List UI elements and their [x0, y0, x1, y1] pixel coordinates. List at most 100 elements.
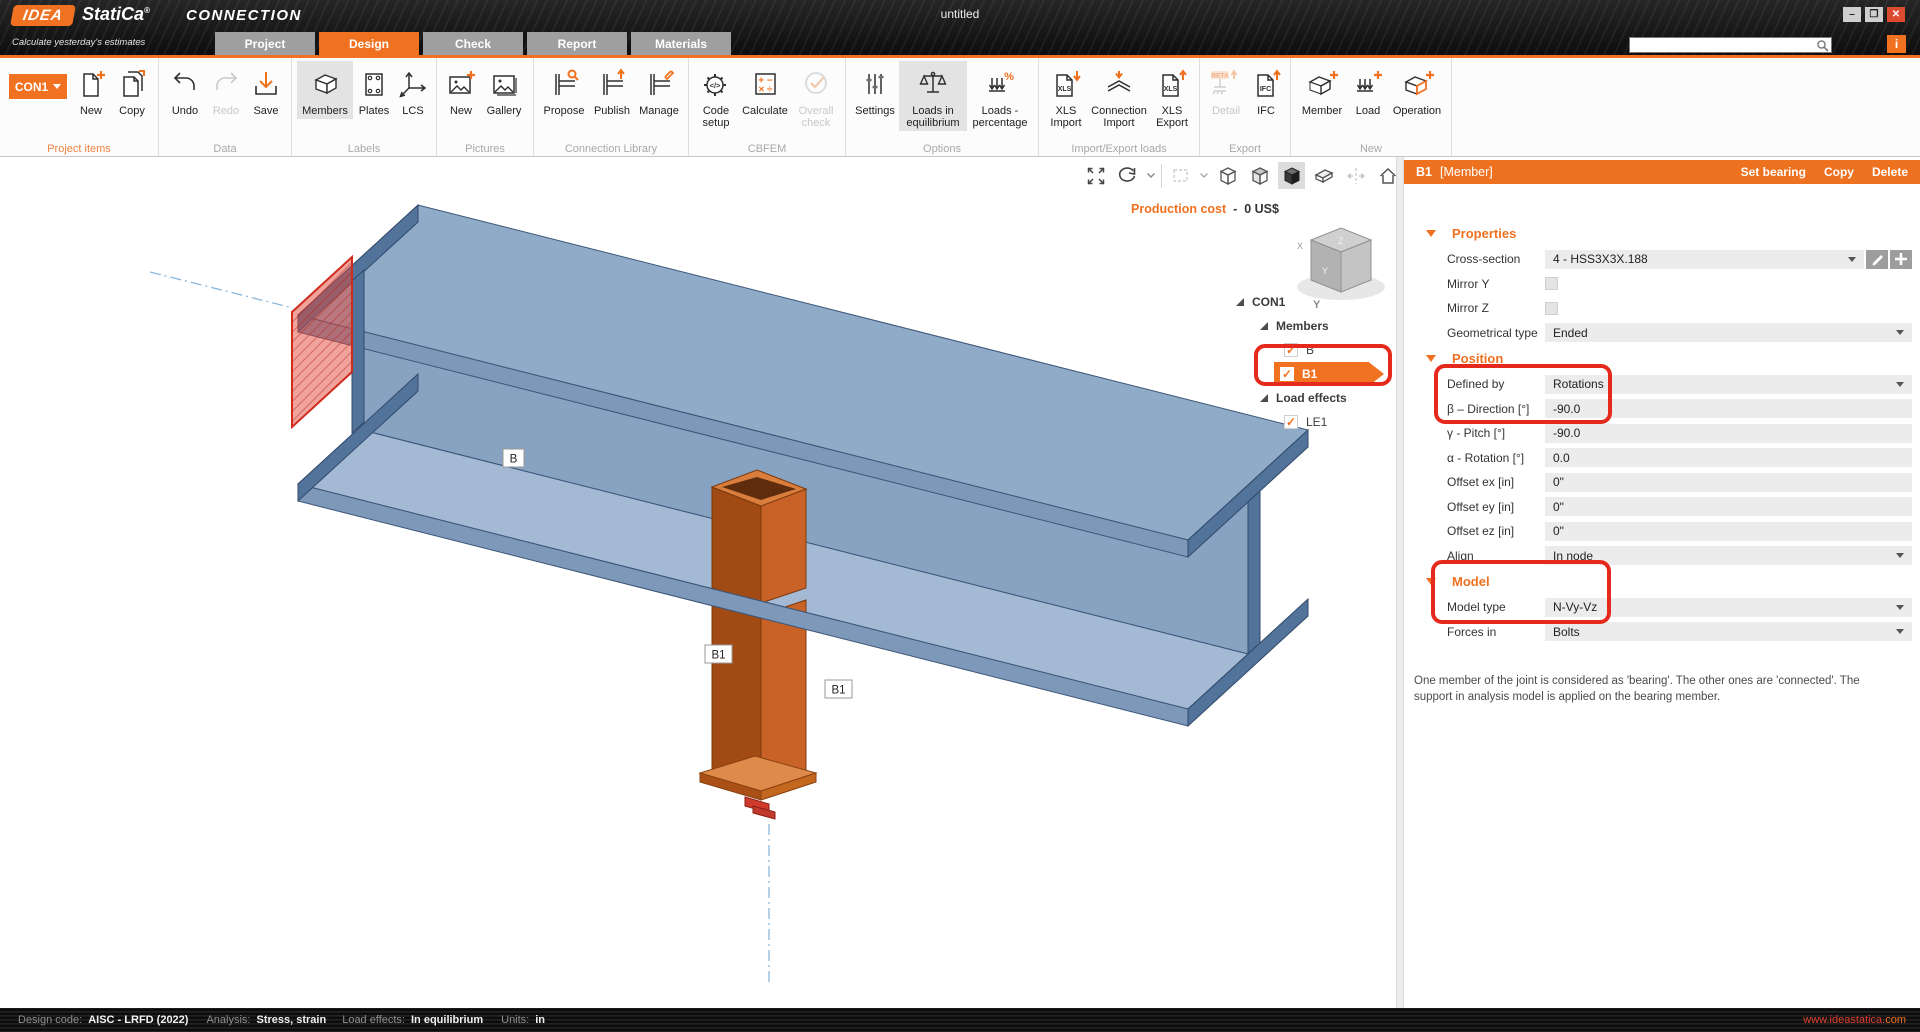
property-label: Geometrical type — [1447, 326, 1545, 340]
detail-export-button[interactable]: BETA Detail — [1205, 61, 1247, 119]
xls-import-button[interactable]: XLS XLS Import — [1044, 61, 1088, 131]
solid-view-button[interactable] — [1278, 162, 1305, 189]
cross-section-dropdown[interactable]: 4 - HSS3X3X.188 — [1545, 250, 1864, 269]
tab-check[interactable]: Check — [423, 32, 523, 55]
tab-design[interactable]: Design — [319, 32, 419, 55]
search-input[interactable] — [1630, 39, 1816, 51]
new-operation-button[interactable]: Operation — [1388, 61, 1446, 119]
mirror-y-checkbox[interactable] — [1545, 277, 1558, 290]
mirror-z-checkbox[interactable] — [1545, 302, 1558, 315]
close-button[interactable]: ✕ — [1887, 7, 1905, 22]
section-position[interactable]: Position — [1404, 345, 1920, 372]
overall-check-button[interactable]: Overall check — [792, 61, 840, 131]
propose-button[interactable]: Propose — [539, 61, 589, 119]
field-value: 0.0 — [1553, 451, 1570, 465]
settings-button[interactable]: Settings — [851, 61, 899, 119]
checkbox-checked[interactable] — [1280, 367, 1294, 381]
offset-ez-field[interactable]: 0" — [1545, 522, 1912, 541]
connection-import-button[interactable]: Connection Import — [1088, 61, 1150, 131]
shaded-edges-view-button[interactable] — [1246, 162, 1273, 189]
new-member-button[interactable]: Member — [1296, 61, 1348, 119]
section-model[interactable]: Model — [1404, 568, 1920, 595]
maximize-button[interactable]: ❐ — [1865, 7, 1883, 22]
defined-by-dropdown[interactable]: Rotations — [1545, 375, 1912, 394]
calculate-button[interactable]: + − × ÷ Calculate — [738, 61, 792, 119]
section-collapse-icon[interactable] — [1426, 578, 1436, 585]
3d-scene[interactable]: B B1 B1 X Y Z Y — [0, 157, 1396, 1008]
lcs-labels-button[interactable]: LCS — [395, 61, 431, 119]
forces-in-dropdown[interactable]: Bolts — [1545, 622, 1912, 641]
gallery-button[interactable]: Gallery — [480, 61, 528, 119]
gamma-pitch-field[interactable]: -90.0 — [1545, 424, 1912, 443]
chevron-down-icon — [53, 84, 61, 89]
save-button[interactable]: Save — [246, 61, 286, 119]
tree-item-le1[interactable]: LE1 — [1236, 410, 1384, 434]
copy-project-button[interactable]: Copy — [111, 61, 153, 119]
beta-direction-field[interactable]: -90.0 — [1545, 399, 1912, 418]
con1-dropdown[interactable]: CON1 — [9, 74, 67, 99]
new-project-button[interactable]: New — [71, 61, 111, 119]
info-badge[interactable]: i — [1887, 35, 1906, 53]
code-setup-button[interactable]: </> Code setup — [694, 61, 738, 131]
manage-button[interactable]: Manage — [635, 61, 683, 119]
selected-item-banner[interactable]: B1 — [1274, 362, 1384, 386]
edit-cross-section-button[interactable] — [1866, 250, 1888, 269]
copy-member-button[interactable]: Copy — [1824, 165, 1854, 179]
ifc-export-button[interactable]: IFC IFC — [1247, 61, 1285, 119]
axis-line-left — [150, 272, 293, 308]
wireframe-view-button[interactable] — [1214, 162, 1241, 189]
alpha-rotation-field[interactable]: 0.0 — [1545, 448, 1912, 467]
loads-percentage-button[interactable]: % Loads - percentage — [967, 61, 1033, 131]
expand-triangle-icon[interactable] — [1260, 322, 1268, 330]
panel-divider[interactable] — [1396, 157, 1404, 1008]
undo-button[interactable]: Undo — [164, 61, 206, 119]
add-cross-section-button[interactable] — [1890, 250, 1912, 269]
orbit-button[interactable] — [1114, 162, 1141, 189]
orbit-dropdown-chevron[interactable] — [1146, 172, 1156, 179]
expand-triangle-icon[interactable] — [1236, 298, 1244, 306]
tab-materials[interactable]: Materials — [631, 32, 731, 55]
tree-node-con1[interactable]: CON1 — [1236, 290, 1384, 314]
set-bearing-button[interactable]: Set bearing — [1741, 165, 1806, 179]
loads-in-equilibrium-button[interactable]: Loads in equilibrium — [899, 61, 967, 131]
align-dropdown[interactable]: In node — [1545, 546, 1912, 565]
minimize-button[interactable]: – — [1843, 7, 1861, 22]
tree-node-load-effects[interactable]: Load effects — [1236, 386, 1384, 410]
plates-labels-button[interactable]: Plates — [353, 61, 395, 119]
xls-export-button[interactable]: XLS XLS Export — [1150, 61, 1194, 131]
section-properties[interactable]: Properties — [1404, 220, 1920, 247]
section-box-button[interactable] — [1167, 162, 1194, 189]
redo-button[interactable]: Redo — [206, 61, 246, 119]
checkbox-checked[interactable] — [1284, 415, 1298, 429]
new-picture-button[interactable]: New — [442, 61, 480, 119]
geometrical-type-dropdown[interactable]: Ended — [1545, 323, 1912, 342]
offset-ey-field[interactable]: 0" — [1545, 497, 1912, 516]
transparent-view-button[interactable] — [1310, 162, 1337, 189]
svg-text:%: % — [1004, 71, 1014, 83]
mirror-view-button[interactable] — [1342, 162, 1369, 189]
shaded-cube-icon — [1249, 165, 1271, 187]
tree-item-b1-selected[interactable]: B1 — [1236, 362, 1384, 386]
publish-button[interactable]: Publish — [589, 61, 635, 119]
section-dropdown-chevron[interactable] — [1199, 172, 1209, 179]
field-value: -90.0 — [1553, 402, 1580, 416]
ifc-icon: IFC — [1249, 67, 1283, 101]
offset-ex-field[interactable]: 0" — [1545, 473, 1912, 492]
checkbox-checked[interactable] — [1284, 343, 1298, 357]
section-collapse-icon[interactable] — [1426, 355, 1436, 362]
section-collapse-icon[interactable] — [1426, 230, 1436, 237]
website-link[interactable]: www.ideastatica.com — [1803, 1014, 1906, 1026]
tab-project[interactable]: Project — [215, 32, 315, 55]
expand-triangle-icon[interactable] — [1260, 394, 1268, 402]
tree-item-b[interactable]: B — [1236, 338, 1384, 362]
tab-report[interactable]: Report — [527, 32, 627, 55]
tree-node-members[interactable]: Members — [1236, 314, 1384, 338]
members-labels-button[interactable]: Members — [297, 61, 353, 119]
new-load-button[interactable]: Load — [1348, 61, 1388, 119]
section-title: Position — [1452, 351, 1503, 366]
zoom-fit-button[interactable] — [1082, 162, 1109, 189]
beam-left-end-web — [352, 270, 364, 433]
model-type-dropdown[interactable]: N-Vy-Vz — [1545, 598, 1912, 617]
delete-member-button[interactable]: Delete — [1872, 165, 1908, 179]
window-controls: – ❐ ✕ — [1843, 7, 1905, 22]
